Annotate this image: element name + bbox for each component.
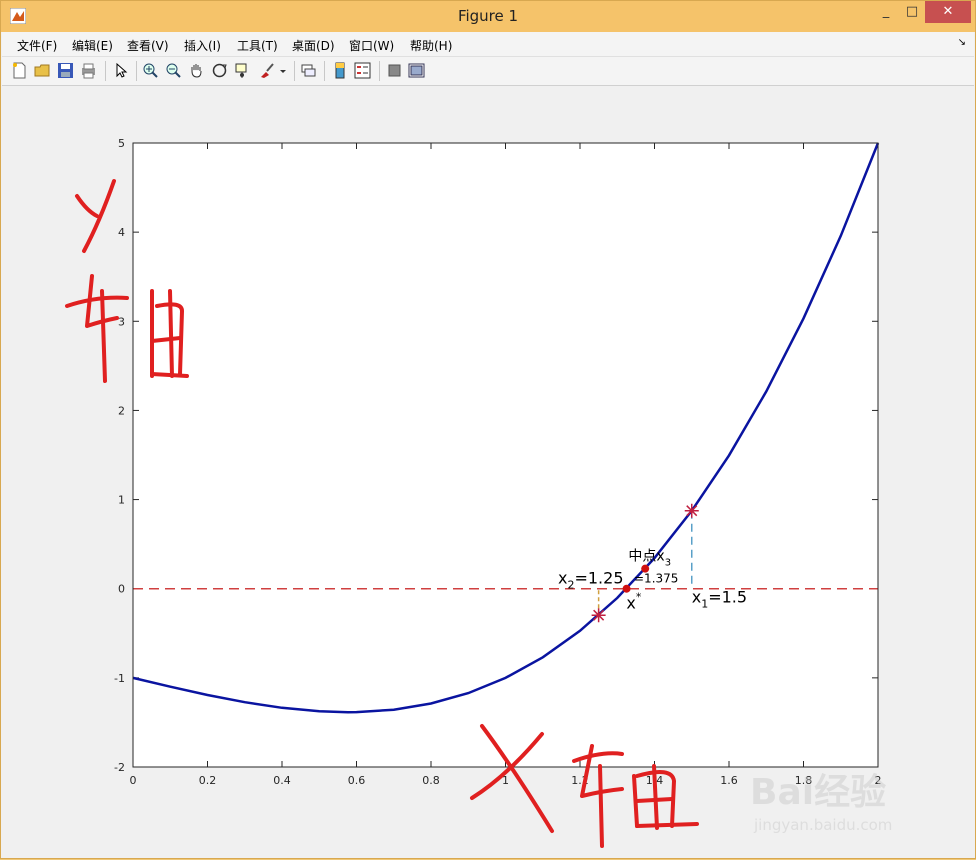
brush-icon[interactable] [258, 62, 275, 79]
x-tick-label: 0.4 [273, 774, 291, 787]
x-tick-label: 0.2 [199, 774, 217, 787]
save-icon[interactable] [57, 62, 74, 79]
y-tick-label: 2 [118, 404, 125, 417]
new-figure-icon[interactable] [11, 62, 28, 79]
brush-dropdown-icon[interactable] [278, 62, 288, 79]
x-tick-label: 1.6 [720, 774, 738, 787]
x-tick-label: 0.8 [422, 774, 440, 787]
svg-text:Bai经验: Bai经验 [750, 772, 886, 813]
x-tick-label: 0 [130, 774, 137, 787]
menu-file[interactable]: 文件(F) [17, 37, 57, 54]
legend-icon[interactable] [354, 62, 371, 79]
window-title: Figure 1 [457, 7, 519, 25]
show-plot-tools-icon[interactable] [408, 62, 425, 79]
maximize-button[interactable]: □ [899, 1, 925, 23]
y-tick-label: -1 [114, 672, 125, 685]
dot-marker [622, 584, 631, 593]
menu-view[interactable]: 查看(V) [127, 37, 169, 54]
toolbar [2, 57, 974, 86]
pan-hand-icon[interactable] [188, 62, 205, 79]
y-tick-label: 5 [118, 137, 125, 150]
figure-window: Figure 1 _ □ ✕ 文件(F) 编辑(E) 查看(V) 插入(I) 工… [0, 0, 976, 859]
star-marker [591, 608, 606, 623]
menu-insert[interactable]: 插入(I) [184, 37, 221, 54]
plot-svg[interactable]: 0 0.2 0.4 0.6 0.8 1 1.2 1.4 1.6 1.8 2-2-1012345 x1… [2, 86, 974, 856]
close-button[interactable]: ✕ [925, 1, 971, 23]
y-tick-label: 4 [118, 226, 125, 239]
y-tick-label: -2 [114, 761, 125, 774]
y-tick-label: 1 [118, 494, 125, 507]
zoom-in-icon[interactable] [142, 62, 159, 79]
title-bar[interactable]: Figure 1 _ □ ✕ [1, 1, 975, 32]
menu-edit[interactable]: 编辑(E) [72, 37, 113, 54]
link-plot-icon[interactable] [300, 62, 317, 79]
x3-value-annotation: =1.375 [634, 572, 678, 586]
data-cursor-icon[interactable] [234, 62, 251, 79]
plot-background [133, 143, 878, 767]
y-tick-label: 0 [118, 583, 125, 596]
svg-text:jingyan.baidu.com: jingyan.baidu.com [753, 816, 892, 834]
colorbar-icon[interactable] [332, 62, 349, 79]
edit-plot-arrow-icon[interactable] [112, 62, 129, 79]
open-file-icon[interactable] [34, 62, 51, 79]
menu-tools[interactable]: 工具(T) [237, 37, 278, 54]
menu-overflow-icon[interactable]: ↘ [958, 37, 966, 48]
figure-canvas: 0 0.2 0.4 0.6 0.8 1 1.2 1.4 1.6 1.8 2 -2 -1 0 1 2 3 4 5 x1… [2, 86, 974, 856]
hide-plot-tools-icon[interactable] [386, 62, 403, 79]
x-tick-label: 0.6 [348, 774, 366, 787]
rotate-3d-icon[interactable] [211, 62, 228, 79]
zoom-out-icon[interactable] [165, 62, 182, 79]
minimize-button[interactable]: _ [873, 1, 899, 23]
y-tick-label: 3 [118, 315, 125, 328]
baidu-jingyan-watermark: Bai经验 jingyan.baidu.com [750, 772, 892, 834]
star-marker [684, 503, 699, 518]
menu-help[interactable]: 帮助(H) [410, 37, 452, 54]
print-icon[interactable] [80, 62, 97, 79]
menu-window[interactable]: 窗口(W) [349, 37, 394, 54]
menu-desktop[interactable]: 桌面(D) [292, 37, 335, 54]
menu-bar: 文件(F) 编辑(E) 查看(V) 插入(I) 工具(T) 桌面(D) 窗口(W… [2, 32, 974, 57]
